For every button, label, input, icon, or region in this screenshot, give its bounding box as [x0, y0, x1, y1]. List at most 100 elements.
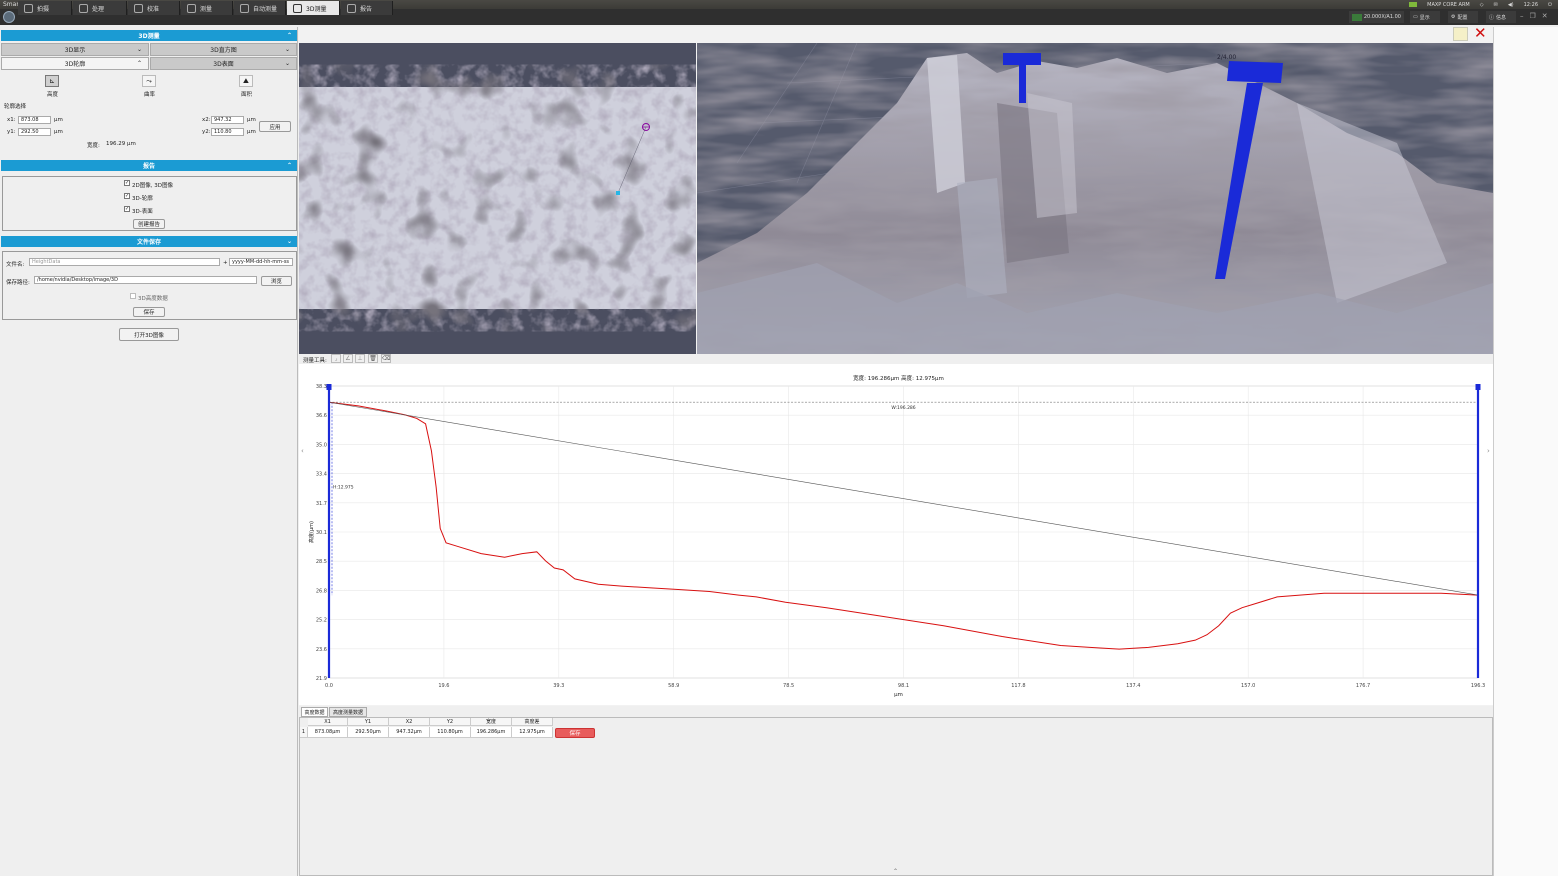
subtab-3d-contour[interactable]: 3D轮廓 ⌃: [1, 57, 149, 70]
profile-chart[interactable]: 0.0 19.6 39.3 58.9 78.5 98.1 117.8 137.4 157.0 17…: [299, 364, 1493, 705]
create-report-button[interactable]: 创建报告: [133, 219, 165, 229]
volume-icon[interactable]: ◀): [1508, 2, 1514, 8]
area-tool-label: 面积: [241, 92, 253, 98]
export-icon[interactable]: [1453, 27, 1468, 41]
section-title: 报告: [142, 163, 155, 170]
chevron-up-icon: ⌃: [286, 162, 292, 169]
x2-unit: μm: [247, 117, 256, 123]
section-report-header[interactable]: 报告 ⌃: [1, 160, 297, 171]
subtab-label: 3D直方图: [210, 47, 237, 54]
tab-process[interactable]: 处理: [73, 1, 127, 15]
x2-input[interactable]: 947.32: [211, 116, 244, 124]
display-label: 显示: [1419, 14, 1430, 21]
y2-label: y2:: [202, 129, 211, 135]
tab-calibrate[interactable]: 校准: [128, 1, 180, 15]
subtab-3d-histogram[interactable]: 3D直方图 ⌄: [150, 43, 297, 56]
report-contour-label: 3D-轮廓: [132, 196, 153, 202]
line-tool-icon[interactable]: ⌟: [331, 354, 341, 363]
tab-capture[interactable]: 拍摄: [18, 1, 72, 15]
y-tick-label: 33.4: [316, 472, 327, 478]
home-icon[interactable]: [3, 11, 15, 23]
x1-input[interactable]: 873.08: [18, 116, 51, 124]
angle-tool-icon[interactable]: ∠: [343, 354, 353, 363]
chevron-right-icon[interactable]: ›: [1487, 447, 1490, 455]
eraser-icon[interactable]: ⌫: [381, 354, 391, 363]
curvature-tool-icon[interactable]: ⤳: [142, 75, 156, 87]
height-data-label: 3D高度数据: [138, 296, 168, 302]
mail-icon[interactable]: ✉: [1494, 2, 1498, 8]
table-frame: [299, 717, 1493, 876]
trash-icon[interactable]: 🗑: [368, 354, 378, 363]
y2-input[interactable]: 110.80: [211, 128, 244, 136]
tab-report[interactable]: 报告: [341, 1, 393, 15]
report-2d3d-checkbox[interactable]: ✓: [124, 180, 130, 186]
y-tick-label: 21.9: [316, 676, 327, 682]
report-surface-checkbox[interactable]: ✓: [124, 206, 130, 212]
table-cell: 196.286μm: [471, 727, 512, 738]
left-panel: 3D测量 ⌃ 3D显示 ⌄ 3D直方图 ⌄ 3D轮廓 ⌃ 3D表面 ⌄ ⊾ 高度 ⤳ 曲率…: [0, 27, 298, 876]
y2-unit: μm: [247, 129, 256, 135]
close-icon[interactable]: ✕: [1474, 26, 1487, 41]
table-cell: 12.975μm: [512, 727, 553, 738]
chevron-down-icon: ⌄: [284, 60, 290, 67]
tab-auto-measure[interactable]: 自动测量: [234, 1, 286, 15]
chevron-up-icon: ⌃: [286, 32, 292, 39]
3d-surface-view[interactable]: 2/4.00: [697, 43, 1493, 354]
display-button[interactable]: ▭ 显示: [1410, 11, 1440, 23]
power-icon[interactable]: ⏻: [1548, 2, 1552, 8]
chevron-down-icon: ⌄: [284, 46, 290, 53]
cursor-grip: [1475, 384, 1481, 390]
table-header-cell: Y2: [430, 718, 471, 726]
y-tick-label: 25.2: [316, 618, 327, 624]
browse-button[interactable]: 浏览: [261, 276, 292, 286]
tab-measure[interactable]: 测量: [181, 1, 233, 15]
2d-image-view[interactable]: [299, 43, 696, 354]
row-index: 1: [300, 727, 308, 738]
network-icon[interactable]: ◇: [1480, 2, 1484, 8]
objective-label: 20.000X/A1.00: [1363, 14, 1401, 20]
apply-button[interactable]: 应用: [259, 121, 291, 132]
tab-height-measure-data[interactable]: 高度测量数据: [329, 707, 367, 717]
height-data-checkbox[interactable]: [130, 293, 136, 299]
3d-surface-render: 2/4.00: [697, 43, 1493, 354]
section-title: 文件保存: [136, 239, 161, 246]
3d-icon: [293, 3, 302, 13]
config-button[interactable]: ⚙ 配置: [1448, 11, 1478, 23]
section-save-header[interactable]: 文件保存 ⌄: [1, 236, 297, 247]
filename-input[interactable]: HeightData: [29, 258, 220, 266]
width-annotation: W:196.286: [891, 405, 915, 411]
report-icon: [347, 3, 356, 13]
y-axis-label: 高度(μm): [308, 521, 315, 543]
save-file-button[interactable]: 保存: [133, 307, 165, 317]
x-tick-label: 117.8: [1011, 683, 1025, 689]
tab-3d-measure[interactable]: 3D测量: [287, 1, 340, 15]
area-tool-icon[interactable]: ⛰: [239, 75, 253, 87]
chevron-down-icon: ⌄: [286, 238, 292, 245]
chevron-left-icon[interactable]: ‹: [301, 447, 304, 455]
y1-input[interactable]: 292.50: [18, 128, 51, 136]
cursor-grip: [326, 384, 332, 390]
subtab-3d-surface[interactable]: 3D表面 ⌄: [150, 57, 297, 70]
objective-select[interactable]: 20.000X/A1.00: [1349, 11, 1404, 23]
info-button[interactable]: ⓘ 信息: [1486, 11, 1516, 23]
date-format-select[interactable]: yyyy-MM-dd-hh-mm-ss: [229, 258, 293, 266]
save-path-input[interactable]: /home/nvidia/Desktop/image/3D: [34, 276, 257, 284]
window-controls[interactable]: –❐✕: [1520, 12, 1554, 20]
profile-chart-panel: 0.0 19.6 39.3 58.9 78.5 98.1 117.8 137.4 157.0 17…: [299, 364, 1493, 705]
width-value: 196.29 μm: [106, 141, 136, 147]
subtab-3d-display[interactable]: 3D显示 ⌄: [1, 43, 149, 56]
data-table-area: 高度数据 高度测量数据 X1 Y1 X2 Y2 宽度 高度差 1 873.08μm 292.50…: [299, 706, 1493, 876]
open-3d-image-button[interactable]: 打开3D图像: [119, 328, 179, 341]
x-axis-label: μm: [894, 692, 903, 698]
row-save-button[interactable]: 保存: [555, 728, 595, 738]
height-tool-icon[interactable]: ⊾: [45, 75, 59, 87]
tab-height-data[interactable]: 高度数据: [301, 707, 328, 717]
measure-tools-label: 测量工具:: [303, 358, 327, 364]
report-contour-checkbox[interactable]: ✓: [124, 193, 130, 199]
tab-label: 处理: [92, 5, 105, 13]
x-tick-label: 0.0: [325, 683, 333, 689]
chevron-up-icon[interactable]: ⌃: [893, 868, 898, 875]
vertical-tool-icon[interactable]: ⊥: [355, 354, 365, 363]
section-3d-header[interactable]: 3D测量 ⌃: [1, 30, 297, 41]
table-header-cell: Y1: [348, 718, 389, 726]
